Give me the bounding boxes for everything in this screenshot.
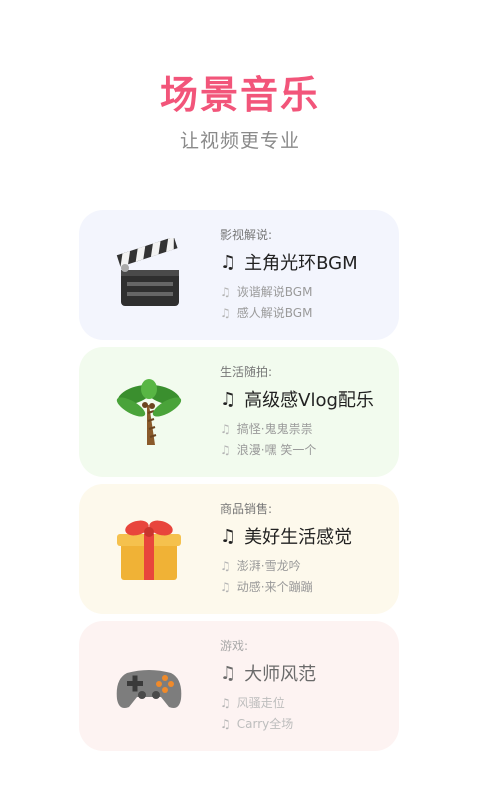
music-note-icon: ♫ [220, 716, 231, 731]
card-main-track[interactable]: 美好生活感觉 [244, 523, 352, 549]
palm-tree-icon [113, 375, 185, 447]
music-note-icon: ♫ [220, 695, 231, 710]
card-category: 商品销售: [220, 502, 273, 516]
card-sub-track[interactable]: Carry全场 [237, 715, 294, 732]
gift-icon [113, 512, 185, 584]
card-sub-track[interactable]: 感人解说BGM [237, 304, 313, 321]
clapperboard-icon [113, 236, 185, 310]
card-main-track[interactable]: 高级感Vlog配乐 [244, 386, 374, 412]
card-sub-track[interactable]: 澎湃·雪龙吟 [237, 557, 301, 574]
card-category: 生活随拍: [220, 365, 273, 379]
page-subtitle: 让视频更专业 [179, 130, 300, 152]
card-category: 游戏: [220, 639, 249, 653]
scene-card-life[interactable]: 生活随拍: ♫ 高级感Vlog配乐 ♫ 搞怪·鬼鬼祟祟 ♫ 浪漫·嘿 笑一个 [79, 347, 399, 477]
page-title: 场景音乐 [159, 73, 320, 117]
card-category: 影视解说: [220, 228, 273, 242]
music-note-icon: ♫ [220, 305, 231, 320]
music-note-icon: ♫ [220, 251, 237, 273]
card-sub-track[interactable]: 诙谐解说BGM [237, 283, 313, 300]
card-sub-track[interactable]: 动感·来个蹦蹦 [237, 578, 313, 595]
music-note-icon: ♫ [220, 388, 237, 410]
card-main-track[interactable]: 大师风范 [244, 660, 316, 686]
music-note-icon: ♫ [220, 442, 231, 457]
gamepad-icon [113, 649, 185, 721]
scene-card-film[interactable]: 影视解说: ♫ 主角光环BGM ♫ 诙谐解说BGM ♫ 感人解说BGM [79, 210, 399, 340]
music-note-icon: ♫ [220, 525, 237, 547]
music-note-icon: ♫ [220, 558, 231, 573]
music-note-icon: ♫ [220, 662, 237, 684]
card-main-track[interactable]: 主角光环BGM [244, 249, 358, 275]
card-sub-track[interactable]: 浪漫·嘿 笑一个 [237, 441, 317, 458]
card-sub-track[interactable]: 风骚走位 [237, 694, 285, 711]
music-note-icon: ♫ [220, 284, 231, 299]
card-sub-track[interactable]: 搞怪·鬼鬼祟祟 [237, 420, 313, 437]
scene-card-sales[interactable]: 商品销售: ♫ 美好生活感觉 ♫ 澎湃·雪龙吟 ♫ 动感·来个蹦蹦 [79, 484, 399, 614]
music-note-icon: ♫ [220, 579, 231, 594]
music-note-icon: ♫ [220, 421, 231, 436]
scene-card-game[interactable]: 游戏: ♫ 大师风范 ♫ 风骚走位 ♫ Carry全场 [79, 621, 399, 751]
